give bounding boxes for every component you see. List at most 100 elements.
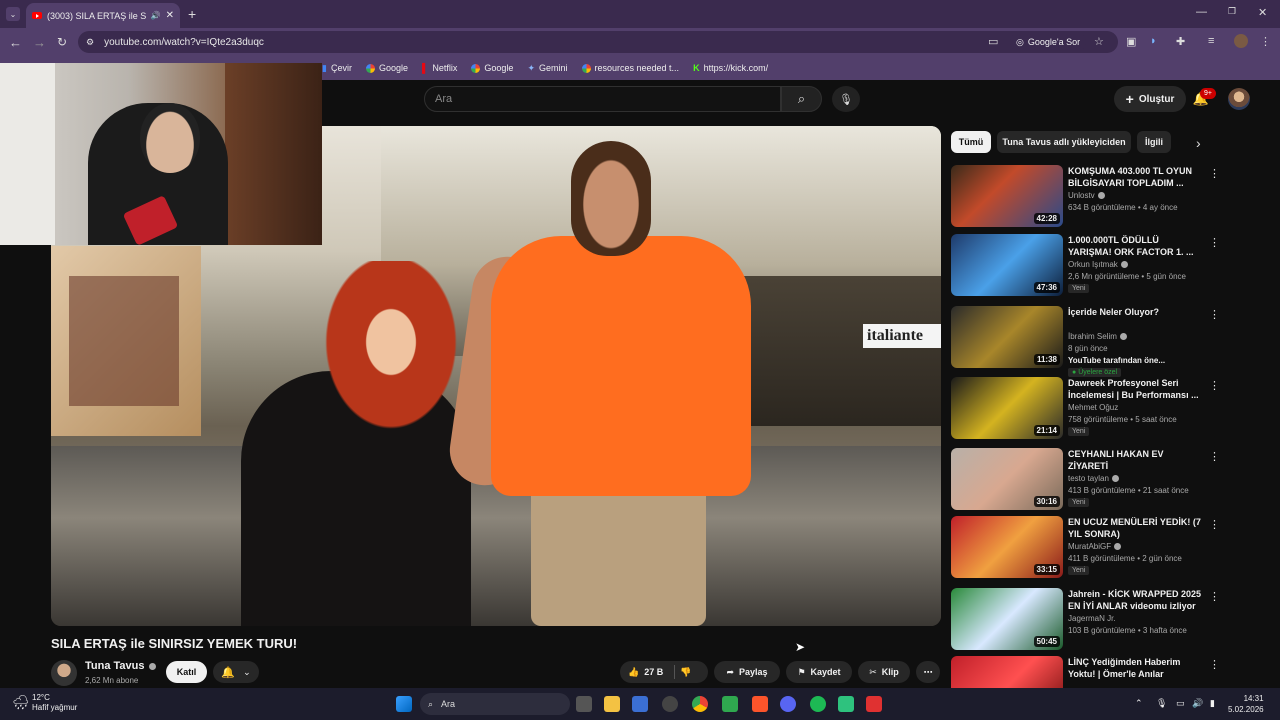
recommendation-card[interactable]: 47:36 1.000.000TL ÖDÜLLÜ YARIŞMA! ORK FAC… (951, 234, 1221, 298)
search-button[interactable]: ⌕ (781, 86, 822, 112)
close-window-icon[interactable]: ✕ (1258, 6, 1267, 19)
app-icon[interactable] (838, 696, 854, 712)
recommendation-title[interactable]: Jahrein - KİCK WRAPPED 2025 EN İYİ ANLAR… (1068, 588, 1203, 612)
file-explorer-icon[interactable] (604, 696, 620, 712)
chevron-right-icon[interactable]: › (1196, 135, 1201, 151)
google-lens-button[interactable]: ◎ Google'a Sor (1010, 33, 1087, 51)
recommendation-card[interactable]: 11:38 İçeride Neler Oluyor? İbrahim Selim 8… (951, 306, 1221, 377)
bookmark-star-icon[interactable]: ☆ (1094, 35, 1104, 48)
more-options-icon[interactable]: ⋮ (1209, 518, 1220, 531)
more-options-icon[interactable]: ⋮ (1209, 167, 1220, 180)
spotify-icon[interactable] (810, 696, 826, 712)
cast-icon[interactable]: ▭ (988, 35, 998, 48)
recommendation-card[interactable]: 50:45 Jahrein - KİCK WRAPPED 2025 EN İYİ … (951, 588, 1221, 652)
recommendation-channel[interactable]: Unlostv (1068, 191, 1105, 200)
channel-avatar[interactable] (51, 660, 77, 686)
app-icon-red[interactable] (866, 696, 882, 712)
task-view-icon[interactable] (576, 696, 592, 712)
new-tab-icon[interactable]: + (188, 6, 196, 22)
xbox-icon[interactable] (722, 696, 738, 712)
close-tab-icon[interactable]: ✕ (166, 10, 174, 21)
clip-button[interactable]: ✂ Klip (858, 661, 910, 683)
bookmark-item[interactable]: ▮ Çevir (322, 63, 352, 74)
recommendation-channel[interactable]: MuratAbiGF (1068, 542, 1122, 551)
more-options-icon[interactable]: ⋮ (1209, 658, 1220, 671)
account-avatar[interactable] (1228, 88, 1250, 110)
battery-icon[interactable]: ▮ (1210, 698, 1215, 709)
recommendation-channel[interactable]: İbrahim Selim (1068, 332, 1127, 341)
reload-icon[interactable]: ↻ (57, 35, 67, 49)
address-bar[interactable]: ⚙ youtube.com/watch?v=IQte2a3duqc (78, 31, 1118, 53)
recommendation-channel[interactable]: Mehmet Oğuz (1068, 403, 1118, 412)
video-thumbnail[interactable]: 42:28 (951, 165, 1063, 227)
video-thumbnail[interactable]: 50:45 (951, 588, 1063, 650)
recommendation-card[interactable]: 21:14 Dawreek Profesyonel Seri İncelemesi… (951, 377, 1221, 441)
more-options-icon[interactable]: ⋮ (1209, 236, 1220, 249)
forward-icon[interactable]: → (33, 35, 46, 50)
recommendation-title[interactable]: KOMŞUMA 403.000 TL OYUN BİLGİSAYARI TOPL… (1068, 165, 1203, 189)
recommendation-channel[interactable]: Orkun Işıtmak (1068, 260, 1128, 269)
speedtest-icon[interactable] (662, 696, 678, 712)
recommendation-title[interactable]: EN UCUZ MENÜLERİ YEDİK! (7 YIL SONRA) (1068, 516, 1203, 540)
share-button[interactable]: ➦ Paylaş (714, 661, 780, 683)
bookmark-item[interactable]: Google (471, 63, 513, 73)
bookmark-item[interactable]: ✦ Gemini (527, 63, 567, 74)
profile-avatar[interactable] (1234, 34, 1248, 48)
reading-list-icon[interactable]: ≡ (1208, 35, 1214, 47)
chip-from-uploader[interactable]: Tuna Tavus adlı yükleyiciden (997, 131, 1131, 153)
site-info-icon[interactable]: ⚙ (86, 37, 94, 48)
extension-icon[interactable]: ▣ (1126, 35, 1136, 48)
subscribe-bell-button[interactable]: 🔔 ⌄ (213, 661, 259, 683)
chrome-icon[interactable] (692, 696, 708, 712)
chip-all[interactable]: Tümü (951, 131, 991, 153)
recommendation-card[interactable]: 42:28 KOMŞUMA 403.000 TL OYUN BİLGİSAYARI… (951, 165, 1221, 229)
mic-icon[interactable]: 🎙 (1156, 698, 1167, 709)
display-icon[interactable]: ▭ (1176, 698, 1185, 709)
chevron-up-icon[interactable]: ⌃ (1135, 698, 1143, 709)
recommendation-title[interactable]: 1.000.000TL ÖDÜLLÜ YARIŞMA! ORK FACTOR 1… (1068, 234, 1203, 258)
tab-search-icon[interactable]: ⌄ (6, 7, 20, 21)
vpn-icon[interactable]: ◗ (1150, 35, 1157, 47)
recommendation-card[interactable]: 30:16 CEYHANLI HAKAN EV ZİYARETİ testo tay… (951, 448, 1221, 512)
create-button[interactable]: + Oluştur (1114, 86, 1186, 112)
more-options-icon[interactable]: ⋮ (1209, 379, 1220, 392)
recommendation-title[interactable]: Dawreek Profesyonel Seri İncelemesi | Bu… (1068, 377, 1203, 401)
back-icon[interactable]: ← (9, 35, 22, 50)
recommendation-channel[interactable]: JagermaN Jr. (1068, 614, 1116, 623)
brave-icon[interactable] (752, 696, 768, 712)
more-actions-button[interactable]: ⋯ (916, 661, 940, 683)
bookmark-item[interactable]: ▌ Netflix (422, 63, 457, 73)
dislike-button[interactable]: 👎 (680, 667, 691, 678)
recommendation-title[interactable]: CEYHANLI HAKAN EV ZİYARETİ (1068, 448, 1203, 472)
voice-search-button[interactable]: 🎙 (832, 86, 860, 112)
discord-icon[interactable] (780, 696, 796, 712)
video-thumbnail[interactable]: 47:36 (951, 234, 1063, 296)
search-input[interactable]: Ara (424, 86, 781, 112)
speaker-icon[interactable]: 🔊 (151, 11, 161, 20)
recommendation-card[interactable]: 33:15 EN UCUZ MENÜLERİ YEDİK! (7 YIL SONR… (951, 516, 1221, 580)
recommendation-title[interactable]: İçeride Neler Oluyor? (1068, 306, 1203, 318)
more-options-icon[interactable]: ⋮ (1209, 308, 1220, 321)
browser-tab[interactable]: (3003) SILA ERTAŞ ile SINIRS 🔊 ✕ (26, 3, 180, 28)
windows-start-icon[interactable] (396, 696, 412, 712)
menu-icon[interactable]: ⋮ (1260, 35, 1271, 48)
taskbar-search[interactable]: ⌕ Ara (420, 693, 570, 715)
channel-name[interactable]: Tuna Tavus (85, 660, 156, 672)
weather-widget[interactable]: 12°C Hafif yağmur (32, 693, 77, 713)
video-thumbnail[interactable]: 33:15 (951, 516, 1063, 578)
video-thumbnail[interactable]: 21:14 (951, 377, 1063, 439)
video-thumbnail[interactable]: 11:38 (951, 306, 1063, 368)
minimize-icon[interactable]: — (1196, 6, 1207, 18)
store-icon[interactable] (632, 696, 648, 712)
like-button[interactable]: 👍 27 B (628, 667, 663, 678)
more-options-icon[interactable]: ⋮ (1209, 450, 1220, 463)
bookmark-item[interactable]: Khttps://kick.com/ (693, 63, 768, 73)
chip-related[interactable]: İlgili (1137, 131, 1171, 153)
join-button[interactable]: Katıl (166, 661, 207, 683)
recommendation-title[interactable]: LİNÇ Yediğimden Haberim Yoktu! | Ömer'le… (1068, 656, 1203, 680)
save-button[interactable]: ⚑ Kaydet (786, 661, 852, 683)
recommendation-channel[interactable]: testo taylan (1068, 474, 1119, 483)
puzzle-icon[interactable]: ✚ (1176, 35, 1185, 48)
bookmark-item[interactable]: Google (365, 63, 408, 73)
volume-icon[interactable]: 🔊 (1192, 698, 1203, 709)
